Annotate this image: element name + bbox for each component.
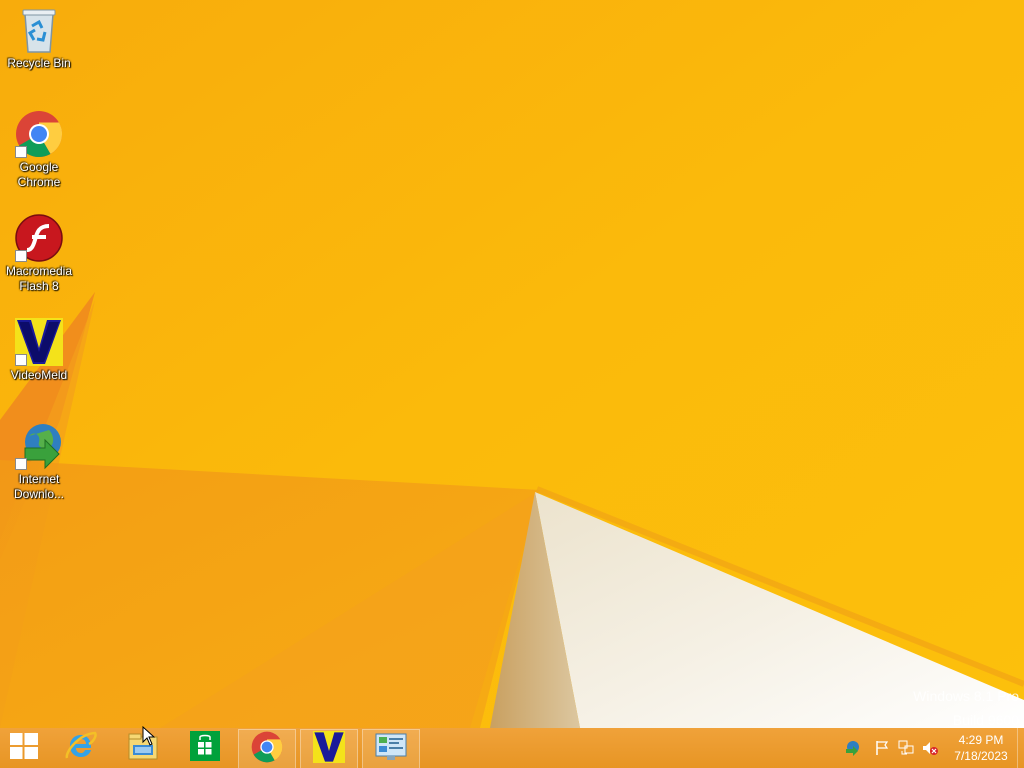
taskbar-clock[interactable]: 4:29 PM 7/18/2023 (950, 732, 1012, 764)
desktop-icon-google-chrome[interactable]: Google Chrome (2, 110, 76, 190)
desktop-icon-label: Internet (18, 472, 60, 486)
shortcut-arrow-icon (15, 146, 27, 158)
shortcut-arrow-icon (15, 354, 27, 366)
clock-time: 4:29 PM (958, 733, 1004, 747)
start-button[interactable] (0, 728, 48, 768)
internet-download-manager-icon (15, 422, 63, 470)
chrome-icon (15, 110, 63, 158)
control-panel-icon (375, 733, 407, 766)
shortcut-arrow-icon (15, 250, 27, 262)
desktop-icon-label: VideoMeld (10, 368, 68, 382)
flash-icon (15, 214, 63, 262)
show-desktop-button[interactable] (1017, 728, 1024, 768)
desktop-icon-recycle-bin[interactable]: Recycle Bin (2, 6, 76, 71)
desktop-icon-internet-download-manager[interactable]: Internet Downlo... (2, 422, 76, 502)
taskbar-internet-explorer[interactable] (52, 728, 110, 768)
videomeld-icon (15, 318, 63, 366)
desktop-icon-videomeld[interactable]: VideoMeld (2, 318, 76, 383)
wallpaper (0, 0, 1024, 728)
taskbar-control-panel[interactable] (362, 729, 420, 768)
desktop-icon-label: Recycle Bin (7, 56, 71, 70)
windows-watermark: Windows 8.1 Pro Build 9600 (913, 684, 1019, 728)
watermark-build: Build 9600 (952, 712, 1019, 728)
desktop-icon-label-line2: Downlo... (13, 487, 65, 501)
volume-muted-icon[interactable] (922, 740, 938, 756)
internet-explorer-icon (65, 730, 97, 767)
taskbar-videomeld[interactable] (300, 729, 358, 768)
shortcut-arrow-icon (15, 458, 27, 470)
videomeld-icon (313, 730, 345, 768)
recycle-bin-icon (15, 6, 63, 54)
clock-date: 7/18/2023 (954, 749, 1008, 763)
desktop[interactable]: Recycle Bin Google Chrome Macromedia Fla… (0, 0, 1024, 728)
taskbar-chrome[interactable] (238, 729, 296, 768)
internet-download-manager-tray-icon[interactable] (844, 740, 860, 756)
taskbar-windows-store[interactable] (176, 728, 234, 768)
desktop-icon-label: Google (19, 160, 59, 174)
mouse-cursor-icon (142, 726, 156, 746)
action-center-flag-icon[interactable] (874, 740, 890, 756)
watermark-edition: Windows 8.1 Pro (913, 688, 1019, 704)
desktop-icon-macromedia-flash[interactable]: Macromedia Flash 8 (2, 214, 76, 294)
desktop-icon-label-line2: Flash 8 (19, 279, 59, 293)
chrome-icon (251, 731, 283, 768)
desktop-icon-label: Macromedia (5, 264, 73, 278)
network-icon[interactable] (898, 740, 914, 756)
desktop-icon-label-line2: Chrome (17, 175, 61, 189)
windows-store-icon (190, 730, 220, 766)
windows-start-icon (10, 732, 38, 764)
